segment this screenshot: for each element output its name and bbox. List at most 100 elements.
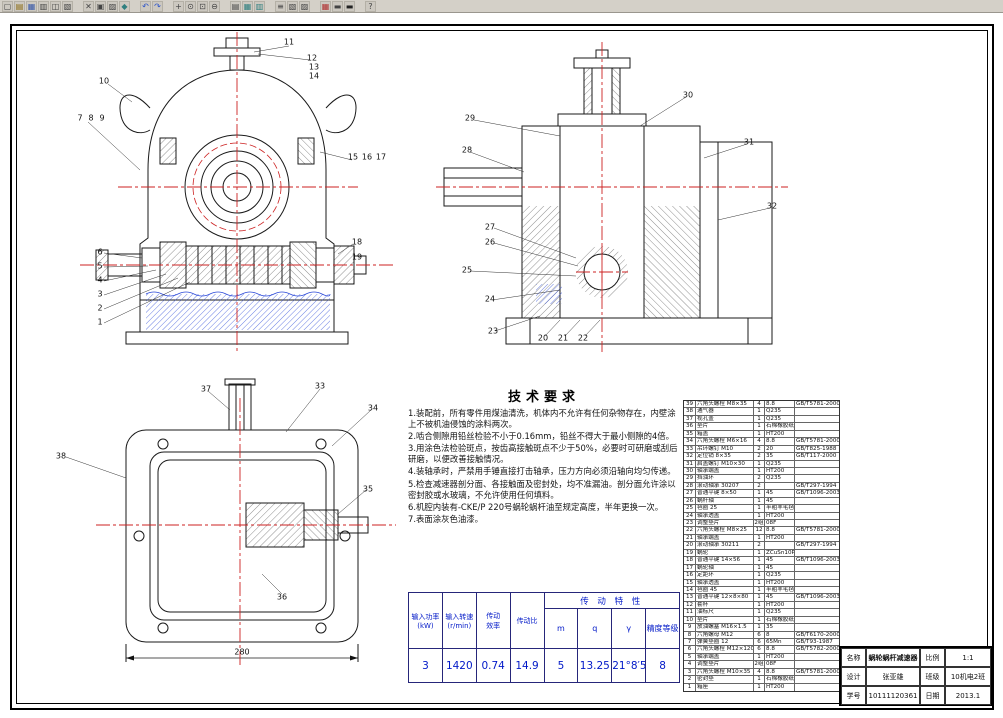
bom-cell: GB/T5781-2000 bbox=[796, 438, 839, 445]
bom-cell: 垫片 bbox=[696, 616, 754, 624]
plot-icon[interactable]: ▥ bbox=[38, 0, 49, 12]
pan-icon[interactable]: + bbox=[173, 0, 184, 12]
bom-cell: HT200 bbox=[765, 467, 795, 475]
bom-cell bbox=[795, 505, 839, 511]
bom-cell: 8.8 bbox=[765, 527, 795, 534]
bom-cell: 普通平键 14×56 bbox=[696, 557, 754, 564]
bom-cell bbox=[795, 617, 839, 623]
bom-cell: 6 bbox=[754, 639, 765, 646]
bom-cell: 2组 bbox=[754, 520, 765, 527]
bom-cell bbox=[795, 520, 839, 526]
bom-cell: Q235 bbox=[765, 609, 795, 616]
bom-cell: 19 bbox=[684, 549, 696, 557]
design-center-icon[interactable]: ▦ bbox=[242, 0, 253, 12]
new-file-icon[interactable]: ▢ bbox=[2, 0, 13, 12]
bom-cell bbox=[795, 535, 839, 541]
bom-cell: Q235 bbox=[765, 572, 795, 579]
bom-cell: 8 bbox=[765, 631, 795, 638]
bom-cell bbox=[795, 580, 839, 586]
tech-item: 4.装轴承时，严禁用手锤直接打击轴承，压力方向必须沿轴向均匀传递。 bbox=[408, 466, 676, 477]
bom-cell: 1 bbox=[754, 505, 765, 512]
bom-cell: 调整垫片 bbox=[696, 661, 754, 668]
bom-cell: GB/T5782-2000 bbox=[796, 646, 839, 653]
drawing-title: 蜗轮蜗杆减速器 bbox=[866, 648, 920, 667]
bom-cell bbox=[795, 684, 839, 691]
bom-cell: 14 bbox=[684, 586, 696, 594]
bom-cell: 22 bbox=[684, 527, 696, 534]
bom-cell: 8 bbox=[684, 631, 696, 638]
bom-cell: 1 bbox=[754, 557, 765, 564]
bom-row-11: 11 油标尺 1 Q235 bbox=[684, 609, 839, 617]
bom-row-8: 8 六角螺母 M12 6 8 GB/T6170-2000 bbox=[684, 631, 839, 639]
bom-cell: 蜗轮 bbox=[696, 549, 754, 557]
bom-cell: 33 bbox=[684, 445, 696, 452]
param-value: 14.9 bbox=[509, 648, 545, 683]
bom-cell: HT200 bbox=[765, 601, 795, 609]
tech-item: 6.机腔内装有-CKE/P 220号蜗轮蜗杆油至规定高度，半年更换一次。 bbox=[408, 501, 664, 512]
bom-cell: 38 bbox=[684, 408, 696, 415]
bom-row-32: 32 定位销 8×35 2 35 GB/T117-2000 bbox=[684, 453, 839, 461]
bom-cell: Q235 bbox=[765, 475, 795, 482]
bom-row-21: 21 轴承端盖 1 HT200 bbox=[684, 534, 839, 543]
bom-row-6: 6 六角头螺栓 M12×120 6 8.8 GB/T5782-2000 bbox=[684, 646, 839, 654]
bom-cell: 12 bbox=[684, 601, 696, 609]
bom-cell: 45 bbox=[765, 594, 795, 601]
bom-cell: ZCuSn10P1 bbox=[766, 549, 795, 557]
bom-row-12: 12 套杯 1 HT200 bbox=[684, 601, 839, 610]
tool-palettes-icon[interactable]: ▥ bbox=[254, 0, 265, 12]
copy-icon[interactable]: ▣ bbox=[95, 0, 106, 12]
linetype-icon[interactable]: ▬ bbox=[332, 0, 343, 12]
bom-cell: GB/T5781-2000 bbox=[796, 527, 839, 534]
bom-cell: 20 bbox=[684, 542, 696, 549]
bom-cell bbox=[795, 654, 839, 660]
zoom-window-icon[interactable]: ⊡ bbox=[197, 0, 208, 12]
help-icon[interactable]: ? bbox=[365, 0, 376, 12]
publish-icon[interactable]: ▧ bbox=[62, 0, 73, 12]
make-layer-current-icon[interactable]: ▨ bbox=[299, 0, 310, 12]
open-file-icon[interactable]: ▤ bbox=[14, 0, 25, 12]
save-icon[interactable]: ▦ bbox=[26, 0, 37, 12]
bom-row-4: 4 调整垫片 2组 08F bbox=[684, 661, 839, 669]
bom-cell bbox=[795, 587, 839, 593]
properties-icon[interactable]: ▤ bbox=[230, 0, 241, 12]
undo-icon[interactable]: ↶ bbox=[140, 0, 151, 12]
tech-item: 1.装配前，所有零件用煤油清洗，机体内不允许有任何杂物存在，内壁涂上不被机油侵蚀… bbox=[408, 408, 676, 430]
bom-cell: 29 bbox=[684, 475, 696, 482]
bom-cell bbox=[795, 624, 839, 630]
param-header: 输入转速 (r/min) bbox=[441, 592, 477, 649]
cut-icon[interactable]: ✕ bbox=[83, 0, 94, 12]
paste-icon[interactable]: ▨ bbox=[107, 0, 118, 12]
bom-cell: 25 bbox=[684, 505, 696, 512]
bom-row-39: 39 六角头螺栓 M8×35 4 8.8 GB/T5781-2000 bbox=[684, 401, 839, 409]
redo-icon[interactable]: ↷ bbox=[152, 0, 163, 12]
bom-cell: 2 bbox=[684, 676, 696, 683]
bom-cell: 6 bbox=[754, 631, 765, 638]
bom-cell: 27 bbox=[684, 490, 696, 497]
bom-cell bbox=[795, 498, 839, 504]
lineweight-icon[interactable]: ▬ bbox=[344, 0, 355, 12]
match-properties-icon[interactable]: ◆ bbox=[119, 0, 130, 12]
object-color-icon[interactable]: ▦ bbox=[320, 0, 331, 12]
bom-cell: Q235 bbox=[765, 415, 795, 423]
bom-cell: 35 bbox=[684, 430, 696, 438]
bom-row-17: 17 蜗轮轴 1 45 bbox=[684, 564, 839, 573]
bom-cell: 石棉橡胶纸 bbox=[766, 423, 795, 430]
zoom-previous-icon[interactable]: ⊖ bbox=[209, 0, 220, 12]
layer-states-icon[interactable]: ▧ bbox=[287, 0, 298, 12]
bom-cell: HT200 bbox=[765, 512, 795, 519]
bom-cell: 滚动轴承 30211 bbox=[696, 542, 754, 549]
bom-cell: 吊环螺钉 M10 bbox=[696, 445, 754, 452]
bom-cell: 1 bbox=[754, 586, 765, 594]
bom-cell: 18 bbox=[684, 557, 696, 564]
print-preview-icon[interactable]: ◫ bbox=[50, 0, 61, 12]
bom-row-34: 34 六角头螺栓 M6×16 4 8.8 GB/T5781-2000 bbox=[684, 438, 839, 446]
bom-cell: 1 bbox=[754, 497, 765, 505]
bom-cell: 45 bbox=[765, 564, 795, 571]
bom-cell bbox=[795, 416, 839, 422]
layers-icon[interactable]: ≡ bbox=[275, 0, 286, 12]
bom-cell: 4 bbox=[684, 661, 696, 668]
bom-cell: 普通平键 12×8×80 bbox=[696, 594, 754, 601]
bom-cell: 1 bbox=[754, 423, 765, 430]
zoom-realtime-icon[interactable]: ⊙ bbox=[185, 0, 196, 12]
bom-cell bbox=[795, 408, 839, 414]
